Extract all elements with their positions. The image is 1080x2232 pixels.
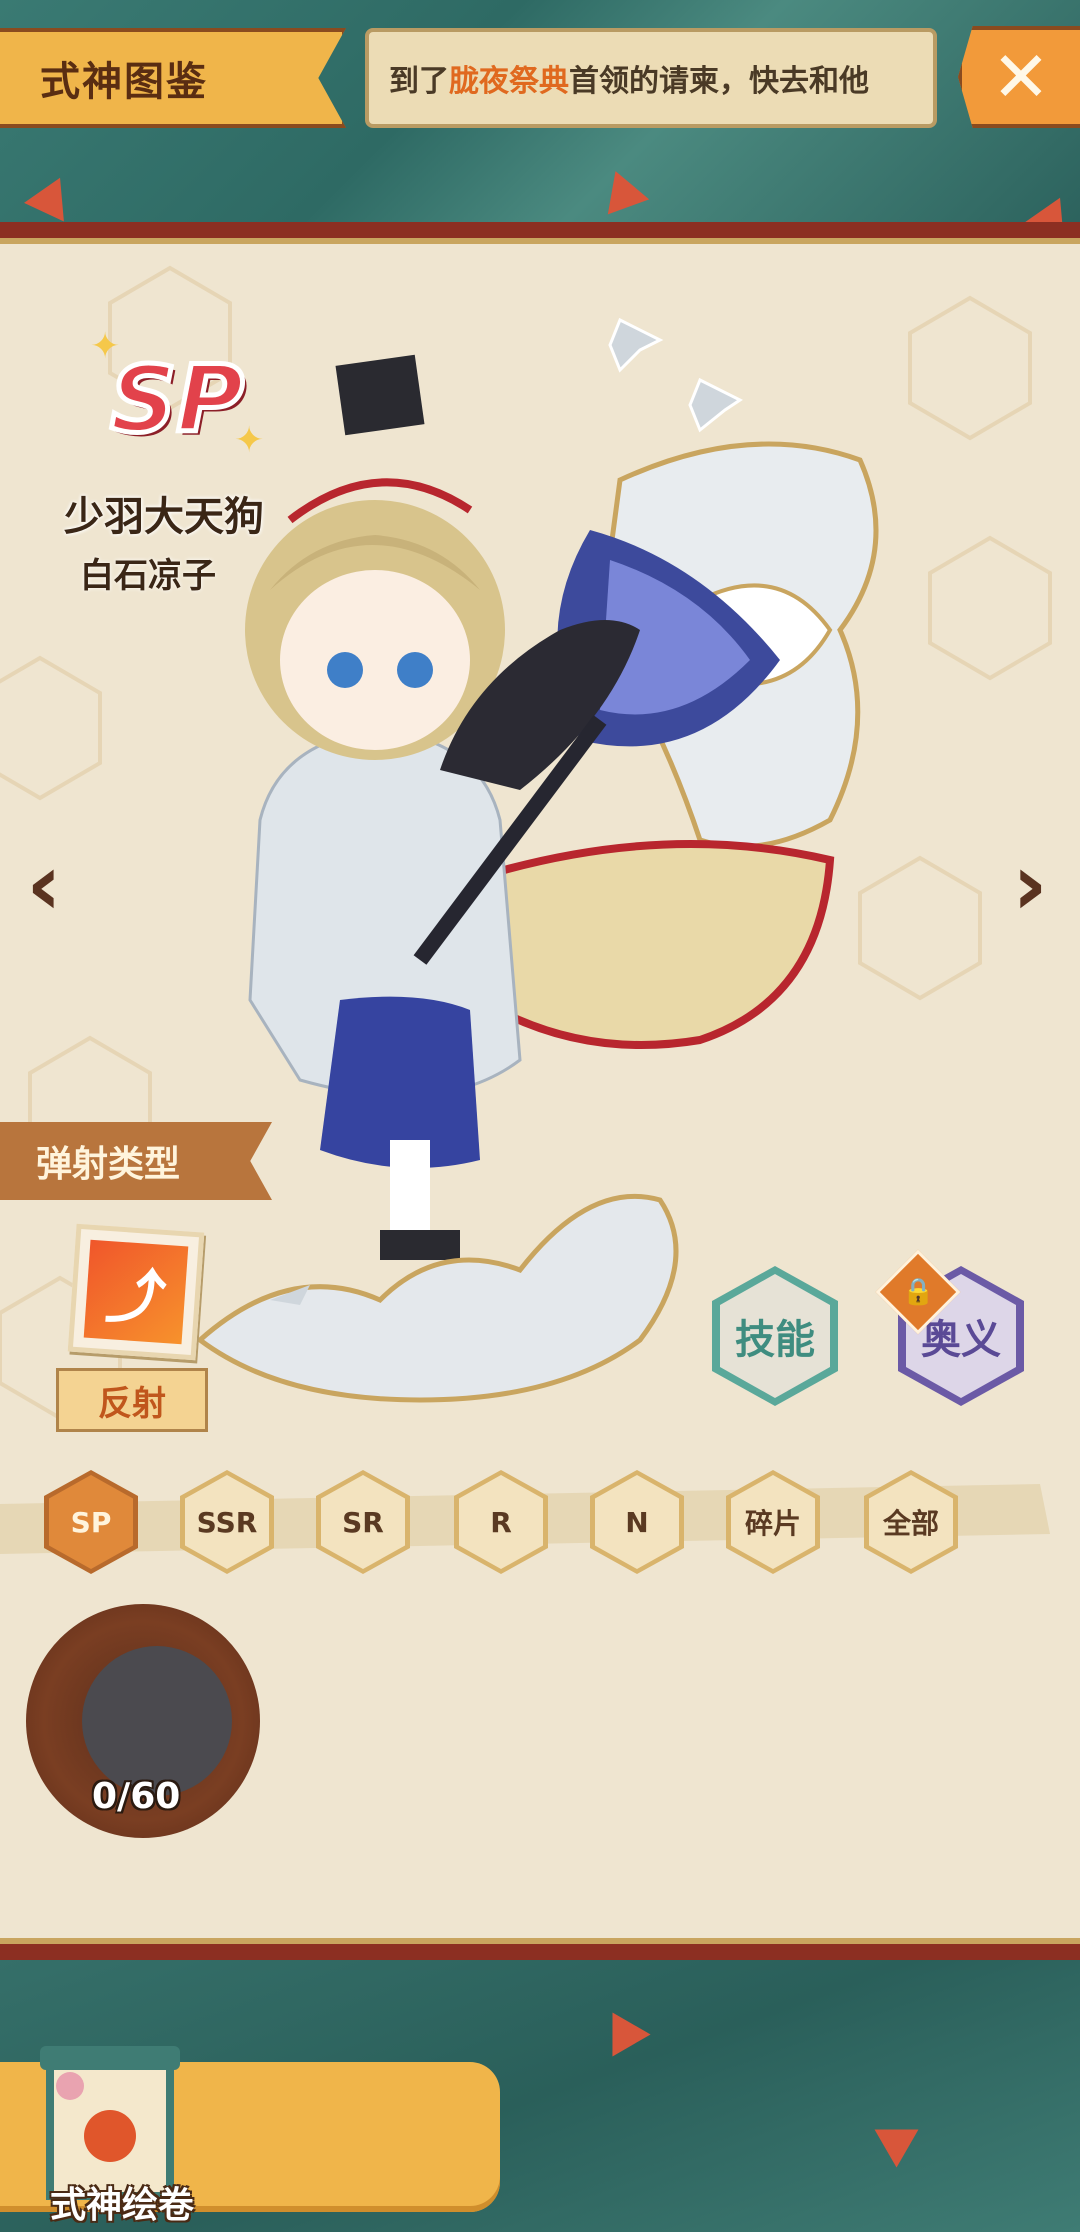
ougi-button[interactable]: 奥义 🔒 bbox=[875, 1249, 1024, 1406]
marquee-prefix: 到了 bbox=[389, 64, 449, 99]
filter-tab[interactable]: SSR bbox=[180, 1470, 274, 1574]
close-button[interactable]: ✕ bbox=[958, 26, 1080, 128]
type-name-plate: 反射 bbox=[56, 1368, 208, 1432]
filter-tab-label: N bbox=[625, 1505, 649, 1539]
page-title-banner: 式神图鉴 bbox=[0, 28, 346, 128]
chevron-right-icon: › bbox=[1012, 835, 1048, 935]
filter-tab-label: SSR bbox=[196, 1505, 258, 1539]
collection-card[interactable]: 0/60 bbox=[22, 1604, 282, 1838]
marquee-suffix: 首领的请柬，快去和他 bbox=[569, 64, 869, 99]
character-illustration[interactable] bbox=[140, 300, 930, 1420]
marquee-highlight: 胧夜祭典 bbox=[449, 64, 569, 99]
filter-tab-label: 碎片 bbox=[744, 1507, 801, 1540]
filter-tab[interactable]: SR bbox=[316, 1470, 410, 1574]
rebound-arrow-icon: ⤴ bbox=[83, 1239, 189, 1345]
filter-tab-label: 全部 bbox=[882, 1507, 939, 1540]
filter-tab[interactable]: N bbox=[590, 1470, 684, 1574]
character-portrait bbox=[82, 1646, 232, 1796]
next-character-button[interactable]: › bbox=[1000, 840, 1060, 930]
type-name: 反射 bbox=[98, 1383, 166, 1424]
filter-tab[interactable]: 全部 bbox=[864, 1470, 958, 1574]
sparkle-icon: ✦ bbox=[90, 326, 121, 367]
filter-tab[interactable]: SP bbox=[44, 1470, 138, 1574]
type-icon-card[interactable]: ⤴ bbox=[67, 1223, 205, 1361]
collection-count: 0/60 bbox=[92, 1776, 181, 1817]
filter-tab-label: SP bbox=[70, 1505, 112, 1539]
filter-tab[interactable]: 碎片 bbox=[726, 1470, 820, 1574]
scroll-label: 式神绘卷 bbox=[50, 2185, 195, 2226]
skill-label: 技能 bbox=[735, 1317, 815, 1363]
skill-button[interactable]: 技能 bbox=[712, 1266, 838, 1406]
close-icon: ✕ bbox=[991, 36, 1051, 118]
type-heading-banner: 弹射类型 bbox=[0, 1122, 272, 1200]
news-marquee[interactable]: 到了 胧夜祭典 首领的请柬，快去和他 bbox=[365, 28, 937, 128]
page-title: 式神图鉴 bbox=[40, 59, 208, 105]
type-heading: 弹射类型 bbox=[36, 1144, 181, 1185]
filter-tab-label: R bbox=[490, 1505, 512, 1539]
filter-tab[interactable]: R bbox=[454, 1470, 548, 1574]
chevron-left-icon: ‹ bbox=[26, 835, 62, 935]
prev-character-button[interactable]: ‹ bbox=[14, 840, 74, 930]
filter-tab-label: SR bbox=[342, 1505, 384, 1539]
